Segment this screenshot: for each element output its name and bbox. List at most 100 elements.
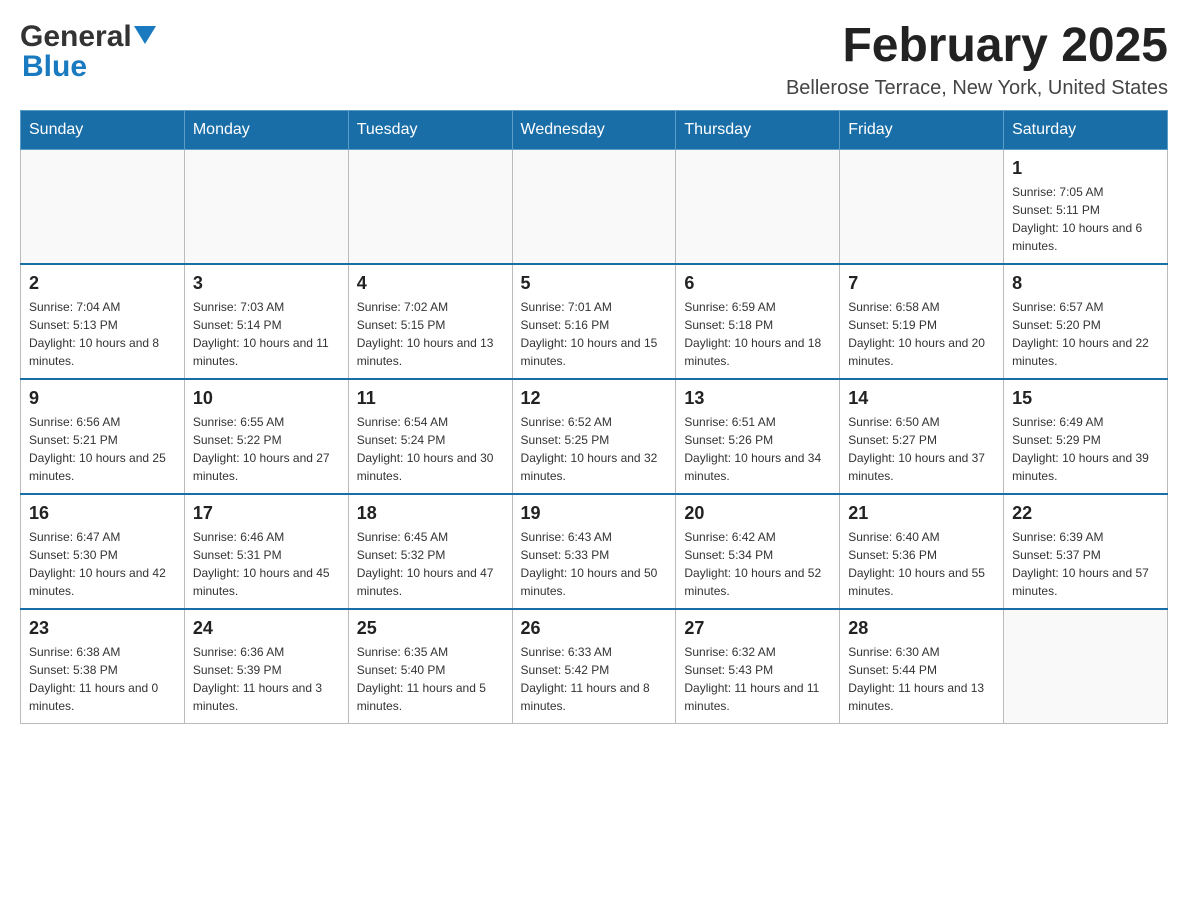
calendar-cell: 2Sunrise: 7:04 AMSunset: 5:13 PMDaylight… (21, 264, 185, 379)
day-info: Sunrise: 6:57 AMSunset: 5:20 PMDaylight:… (1012, 298, 1159, 370)
calendar-cell: 23 Sunrise: 6:38 AMSunset: 5:38 PMDayligh… (21, 609, 185, 724)
day-number: 26 (521, 618, 668, 639)
day-number: 22 (1012, 503, 1159, 524)
calendar-cell: 25 Sunrise: 6:35 AMSunset: 5:40 PMDayligh… (348, 609, 512, 724)
calendar-cell: 8 Sunrise: 6:57 AMSunset: 5:20 PMDaylight… (1004, 264, 1168, 379)
calendar-cell: 26 Sunrise: 6:33 AMSunset: 5:42 PMDayligh… (512, 609, 676, 724)
day-info: Sunrise: 6:35 AMSunset: 5:40 PMDaylight:… (357, 643, 504, 715)
calendar-cell: 21 Sunrise: 6:40 AMSunset: 5:36 PMDayligh… (840, 494, 1004, 609)
day-info: Sunrise: 6:30 AMSunset: 5:44 PMDaylight:… (848, 643, 995, 715)
calendar-cell (840, 149, 1004, 264)
calendar-cell: 7 Sunrise: 6:58 AMSunset: 5:19 PMDaylight… (840, 264, 1004, 379)
day-info: Sunrise: 7:01 AMSunset: 5:16 PMDaylight:… (521, 298, 668, 370)
day-number: 18 (357, 503, 504, 524)
day-number: 13 (684, 388, 831, 409)
day-info: Sunrise: 6:58 AMSunset: 5:19 PMDaylight:… (848, 298, 995, 370)
calendar-cell: 28 Sunrise: 6:30 AMSunset: 5:44 PMDayligh… (840, 609, 1004, 724)
day-number: 17 (193, 503, 340, 524)
calendar-cell: 6 Sunrise: 6:59 AMSunset: 5:18 PMDaylight… (676, 264, 840, 379)
page-header: General Blue February 2025 Bellerose Ter… (20, 20, 1168, 100)
day-info: Sunrise: 6:46 AMSunset: 5:31 PMDaylight:… (193, 528, 340, 600)
day-number: 14 (848, 388, 995, 409)
day-of-week-header: Friday (840, 110, 1004, 149)
calendar-cell: 20Sunrise: 6:42 AMSunset: 5:34 PMDayligh… (676, 494, 840, 609)
day-of-week-header: Wednesday (512, 110, 676, 149)
day-of-week-header: Sunday (21, 110, 185, 149)
day-info: Sunrise: 6:50 AMSunset: 5:27 PMDaylight:… (848, 413, 995, 485)
logo-arrow-icon (134, 26, 156, 44)
day-number: 28 (848, 618, 995, 639)
logo: General Blue (20, 20, 156, 84)
month-title: February 2025 (786, 20, 1168, 73)
day-number: 7 (848, 273, 995, 294)
day-info: Sunrise: 6:38 AMSunset: 5:38 PMDaylight:… (29, 643, 176, 715)
day-number: 5 (521, 273, 668, 294)
day-number: 15 (1012, 388, 1159, 409)
day-number: 3 (193, 273, 340, 294)
day-number: 9 (29, 388, 176, 409)
calendar-cell (1004, 609, 1168, 724)
calendar-cell: 5 Sunrise: 7:01 AMSunset: 5:16 PMDaylight… (512, 264, 676, 379)
day-number: 23 (29, 618, 176, 639)
calendar-cell: 11 Sunrise: 6:54 AMSunset: 5:24 PMDayligh… (348, 379, 512, 494)
calendar-cell: 4 Sunrise: 7:02 AMSunset: 5:15 PMDaylight… (348, 264, 512, 379)
calendar-cell (676, 149, 840, 264)
day-number: 20 (684, 503, 831, 524)
calendar-week-row: 2Sunrise: 7:04 AMSunset: 5:13 PMDaylight… (21, 264, 1168, 379)
calendar-cell: 3Sunrise: 7:03 AMSunset: 5:14 PMDaylight… (184, 264, 348, 379)
day-info: Sunrise: 7:05 AMSunset: 5:11 PMDaylight:… (1012, 183, 1159, 255)
title-area: February 2025 Bellerose Terrace, New Yor… (786, 20, 1168, 100)
day-of-week-header: Saturday (1004, 110, 1168, 149)
calendar-cell (512, 149, 676, 264)
calendar-cell: 27 Sunrise: 6:32 AMSunset: 5:43 PMDayligh… (676, 609, 840, 724)
calendar-week-row: 1 Sunrise: 7:05 AMSunset: 5:11 PMDaylight… (21, 149, 1168, 264)
calendar-cell (348, 149, 512, 264)
day-number: 25 (357, 618, 504, 639)
calendar-cell: 1 Sunrise: 7:05 AMSunset: 5:11 PMDaylight… (1004, 149, 1168, 264)
day-number: 1 (1012, 158, 1159, 179)
day-info: Sunrise: 6:56 AMSunset: 5:21 PMDaylight:… (29, 413, 176, 485)
day-info: Sunrise: 6:33 AMSunset: 5:42 PMDaylight:… (521, 643, 668, 715)
day-info: Sunrise: 6:49 AMSunset: 5:29 PMDaylight:… (1012, 413, 1159, 485)
calendar-header-row: SundayMondayTuesdayWednesdayThursdayFrid… (21, 110, 1168, 149)
calendar-cell (21, 149, 185, 264)
day-number: 6 (684, 273, 831, 294)
day-number: 10 (193, 388, 340, 409)
calendar-cell: 10 Sunrise: 6:55 AMSunset: 5:22 PMDayligh… (184, 379, 348, 494)
day-number: 24 (193, 618, 340, 639)
calendar-cell: 15 Sunrise: 6:49 AMSunset: 5:29 PMDayligh… (1004, 379, 1168, 494)
day-info: Sunrise: 6:55 AMSunset: 5:22 PMDaylight:… (193, 413, 340, 485)
calendar-week-row: 16 Sunrise: 6:47 AMSunset: 5:30 PMDayligh… (21, 494, 1168, 609)
calendar-cell: 17 Sunrise: 6:46 AMSunset: 5:31 PMDayligh… (184, 494, 348, 609)
day-info: Sunrise: 6:45 AMSunset: 5:32 PMDaylight:… (357, 528, 504, 600)
calendar-cell: 19 Sunrise: 6:43 AMSunset: 5:33 PMDayligh… (512, 494, 676, 609)
calendar-cell: 16 Sunrise: 6:47 AMSunset: 5:30 PMDayligh… (21, 494, 185, 609)
day-info: Sunrise: 6:47 AMSunset: 5:30 PMDaylight:… (29, 528, 176, 600)
day-number: 8 (1012, 273, 1159, 294)
calendar-cell: 14 Sunrise: 6:50 AMSunset: 5:27 PMDayligh… (840, 379, 1004, 494)
day-info: Sunrise: 6:52 AMSunset: 5:25 PMDaylight:… (521, 413, 668, 485)
day-number: 19 (521, 503, 668, 524)
day-of-week-header: Tuesday (348, 110, 512, 149)
day-info: Sunrise: 6:32 AMSunset: 5:43 PMDaylight:… (684, 643, 831, 715)
day-number: 2 (29, 273, 176, 294)
day-number: 21 (848, 503, 995, 524)
calendar-week-row: 9 Sunrise: 6:56 AMSunset: 5:21 PMDaylight… (21, 379, 1168, 494)
logo-blue-text: Blue (22, 50, 87, 84)
calendar-cell (184, 149, 348, 264)
day-info: Sunrise: 7:02 AMSunset: 5:15 PMDaylight:… (357, 298, 504, 370)
day-number: 12 (521, 388, 668, 409)
calendar-cell: 12 Sunrise: 6:52 AMSunset: 5:25 PMDayligh… (512, 379, 676, 494)
day-info: Sunrise: 6:40 AMSunset: 5:36 PMDaylight:… (848, 528, 995, 600)
day-number: 4 (357, 273, 504, 294)
day-number: 27 (684, 618, 831, 639)
day-number: 16 (29, 503, 176, 524)
day-info: Sunrise: 6:36 AMSunset: 5:39 PMDaylight:… (193, 643, 340, 715)
day-info: Sunrise: 6:54 AMSunset: 5:24 PMDaylight:… (357, 413, 504, 485)
calendar-cell: 13Sunrise: 6:51 AMSunset: 5:26 PMDayligh… (676, 379, 840, 494)
day-info: Sunrise: 6:43 AMSunset: 5:33 PMDaylight:… (521, 528, 668, 600)
calendar-table: SundayMondayTuesdayWednesdayThursdayFrid… (20, 110, 1168, 724)
logo-general-text: General (20, 20, 132, 54)
day-number: 11 (357, 388, 504, 409)
day-info: Sunrise: 6:59 AMSunset: 5:18 PMDaylight:… (684, 298, 831, 370)
